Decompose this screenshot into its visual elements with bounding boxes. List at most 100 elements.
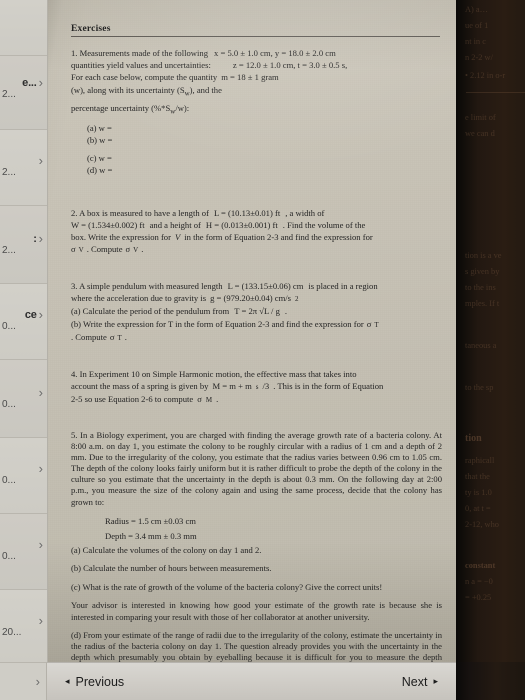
sidebar-item-subtitle: 0... [2,399,16,410]
sidebar-item-title: e... [22,76,37,89]
q5-advisor-note: Your advisor is interested in knowing ho… [71,600,442,622]
q2-m6-sub: V [133,246,139,255]
sidebar-item-3[interactable]: : › 2... [0,206,47,284]
dark-line-0: A) a… [465,5,489,14]
q3-t3: where the acceleration due to gravity is [71,293,207,304]
dark-line-1: ue of 1 [465,21,489,30]
chevron-right-icon: › [38,307,43,322]
q2-m3: H = (0.013±0.001) ft [205,219,278,230]
sidebar-item-0[interactable] [0,0,47,56]
facing-page-shadow: A) a… ue of 1 nt in c n 2-2 w/ • 2.12 in… [456,0,525,662]
q3-m5-sub: T [117,333,122,342]
sidebar-item-1[interactable]: e... › 2... [0,56,47,130]
sidebar-item-7[interactable]: › 0... [0,514,47,590]
sidebar-item-2[interactable]: › 2... [0,130,47,206]
q1-line2-math: z = 12.0 ± 1.0 cm, t = 3.0 ± 0.5 s, [232,60,348,71]
chevron-right-icon: › [38,153,43,168]
page-content: Exercises 1. Measurements made of the fo… [47,0,456,662]
q5-item-d: (d) From your estimate of the range of r… [71,629,442,662]
q4-m1b: /3 [262,380,270,391]
q2-m5: σ [71,244,76,255]
sidebar-item-6[interactable]: › 0... [0,438,47,514]
q2-t8: . [141,244,144,255]
question-5: 5. In a Biology experiment, you are char… [71,430,442,662]
sidebar[interactable]: e... › 2... › 2... : › 2... ce › 0... › … [0,0,48,700]
q4-t3: . This is in the form of Equation [273,380,384,391]
next-button-label: Next [401,674,428,689]
q1-line4b: ), and the [189,84,222,95]
dark-line-15: that the [465,472,490,481]
chevron-right-icon: › [38,385,43,400]
sidebar-item-8[interactable]: › 20... [0,590,47,664]
q1-line3: For each case below, compute the quantit… [71,72,218,83]
book-reader-screen: e... › 2... › 2... : › 2... ce › 0... › … [0,0,525,700]
q1-item-b: (b) w = [87,135,113,146]
page-title: Exercises [71,24,111,34]
q4-t5: . [216,393,219,404]
dark-line-3: n 2-2 w/ [465,53,493,62]
page-navigation-bar: ◂ Previous Next ▸ [47,662,456,700]
sidebar-item-title: ce [24,308,37,321]
q4-t2: account the mass of a spring is given by [71,380,209,391]
q2-m4: V [174,232,181,243]
chevron-right-icon: › [35,674,40,689]
dark-line-11: taneous a [465,341,497,350]
question-1: 1. Measurements made of the following x … [71,47,442,177]
q4-m1: M = m + m [212,380,252,391]
q3-m5: σ [109,331,115,342]
dark-rule [466,92,525,93]
dark-line-4: • 2.12 in o‑r [465,71,506,80]
q3-t8: . [124,331,127,342]
sidebar-item-5[interactable]: › 0... [0,360,47,438]
previous-button[interactable]: ◂ Previous [65,675,124,689]
sidebar-item-subtitle: 0... [2,475,16,486]
q1-line4: (w), along with its uncertainty (S [71,84,185,95]
dark-line-8: s given by [465,267,500,276]
q1-line3-math: m = 18 ± 1 gram [221,72,279,83]
dark-line-7: tion is a ve [465,251,502,260]
q2-t5: box. Write the expression for [71,232,171,243]
dark-line-20: n a = −0 [465,577,493,586]
sidebar-item-subtitle: 20... [2,627,22,638]
question-3: 3. A simple pendulum with measured lengt… [71,280,442,343]
q2-m1: L = (10.13±0.01) ft [213,207,281,218]
q2-m2: W = (1.534±0.002) ft [71,219,145,230]
q5-value-depth: Depth = 3.4 mm ± 0.3 mm [105,530,197,541]
q2-t1: 2. A box is measured to have a length of [71,207,209,218]
sidebar-item-subtitle: 0... [2,551,16,562]
q4-m2-sub: M [205,395,213,404]
q4-m1-sub: s [255,382,259,391]
q1-line1: 1. Measurements made of the following [71,48,208,58]
navbar-left-edge: › [0,662,47,700]
dark-line-6: we can d [465,129,495,138]
dark-line-19: constant [465,561,496,570]
chevron-right-icon: › [38,75,43,90]
q1-subitems: (a) w = (b) w = (c) w = (d) w = [87,122,442,177]
q3-t7: . Compute [71,331,107,342]
chevron-right-icon: › [38,613,43,628]
q3-t2: is placed in a region [308,281,378,292]
dark-line-12: to the sp [465,383,494,392]
q4-m2: σ [197,393,202,404]
q1-line1-math: x = 5.0 ± 1.0 cm, y = 18.0 ± 2.0 cm [214,48,336,58]
sidebar-item-subtitle: 0... [2,321,16,332]
q4-t1: 4. In Experiment 10 on Simple Harmonic m… [71,368,357,379]
sidebar-item-4[interactable]: ce › 0... [0,284,47,360]
title-rule [71,36,440,37]
q5-value-radius: Radius = 1.5 cm ±0.03 cm [105,515,196,526]
book-page[interactable]: Exercises 1. Measurements made of the fo… [47,0,456,662]
previous-button-label: Previous [75,674,125,689]
q1-item-a: (a) w = [87,122,112,133]
dark-line-10: mples. If t [465,299,500,308]
dark-line-5: e limit of [465,113,496,122]
dark-line-17: 0, at t = [465,504,491,513]
question-2: 2. A box is measured to have a length of… [71,207,442,257]
q3-m2-sup: 2 [295,295,299,304]
sidebar-item-subtitle: 2... [2,167,16,178]
next-button[interactable]: Next ▸ [402,675,438,689]
dark-heading: tion [465,433,482,444]
q4-t4: 2-5 so use Equation 2-6 to compute [71,393,194,404]
q1-line5b: /w): [175,103,190,114]
chevron-right-icon: › [38,537,43,552]
q2-m5-sub: V [78,246,84,255]
